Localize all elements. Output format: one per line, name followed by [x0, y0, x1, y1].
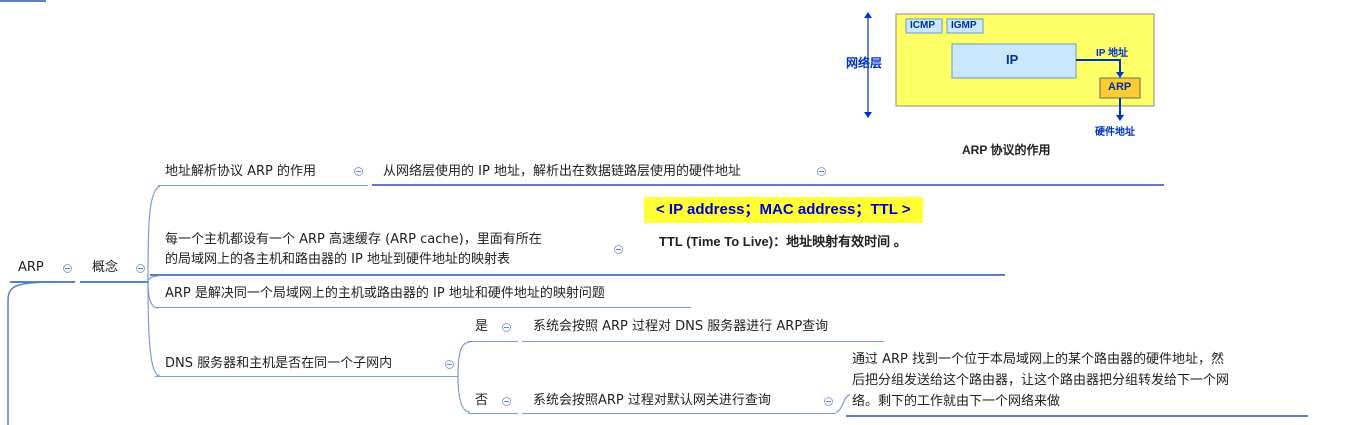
ip-addr-label: IP 地址 [1096, 48, 1129, 59]
root-underline [10, 281, 75, 283]
role-detail-node[interactable]: 从网络层使用的 IP 地址，解析出在数据链路层使用的硬件地址 [383, 163, 741, 181]
igmp-label: IGMP [951, 20, 977, 31]
problem-node[interactable]: ARP 是解决同一个局域网上的主机或路由器的 IP 地址和硬件地址的映射问题 [165, 285, 605, 303]
role-node[interactable]: 地址解析协议 ARP 的作用 [165, 163, 316, 181]
root-collapse-icon[interactable] [63, 264, 72, 273]
role-collapse-icon[interactable] [354, 167, 363, 176]
dns-no-note-line1[interactable]: 通过 ARP 找到一个位于本局域网上的某个路由器的硬件地址，然 [852, 351, 1224, 369]
dns-no-detail-collapse-icon[interactable] [824, 397, 833, 406]
link-no [457, 375, 471, 413]
link-problem [147, 281, 159, 309]
cache-node-line2[interactable]: 的局域网上的各主机和路由器的 IP 地址到硬件地址的映射表 [165, 251, 510, 269]
icmp-label: ICMP [910, 20, 935, 31]
role-detail-collapse-icon[interactable] [817, 167, 826, 176]
arp-role-figure: 网络层 ICMP IGMP IP IP 地址 ARP 硬件地址 ARP 协议的作… [838, 10, 1158, 160]
dns-no-detail-node[interactable]: 系统会按照ARP 过程对默认网关进行查询 [533, 392, 771, 410]
dns-no-detail-underline [522, 413, 836, 414]
dns-no-collapse-icon[interactable] [502, 397, 511, 406]
root-trunk [7, 281, 61, 425]
link-role [147, 185, 161, 283]
concept-collapse-icon[interactable] [136, 264, 145, 273]
network-layer-label: 网络层 [846, 56, 883, 70]
dns-node[interactable]: DNS 服务器和主机是否在同一个子网内 [165, 355, 392, 373]
link-note [835, 394, 851, 413]
dns-yes-node[interactable]: 是 [475, 318, 488, 336]
concept-underline [80, 281, 148, 283]
link-yes [457, 341, 471, 377]
dns-underline [155, 376, 458, 377]
hw-addr-label: 硬件地址 [1095, 127, 1135, 138]
cache-node-line1[interactable]: 每一个主机都设有一个 ARP 高速缓存 (ARP cache)，里面有所在 [165, 231, 542, 249]
layer-arrow-up-icon [864, 12, 872, 18]
dns-no-note-line2[interactable]: 后把分组发送给这个路由器，让这个路由器把分组转发给下一个网 [852, 372, 1229, 390]
dns-yes-detail-underline [522, 341, 884, 342]
cache-entry-box: < IP address；MAC address；TTL > [644, 197, 923, 223]
ttl-note: TTL (Time To Live)：地址映射有效时间 。 [659, 234, 907, 249]
concept-node[interactable]: 概念 [92, 259, 118, 277]
role-underline [158, 185, 368, 186]
cache-entry-image: < IP address；MAC address；TTL > TTL (Time… [642, 197, 1002, 255]
dns-no-node[interactable]: 否 [475, 392, 488, 410]
dns-yes-detail-node[interactable]: 系统会按照 ARP 过程对 DNS 服务器进行 ARP查询 [533, 318, 828, 336]
arp-label: ARP [1108, 81, 1132, 93]
dns-collapse-icon[interactable] [445, 360, 454, 369]
link-dns [147, 281, 161, 377]
dns-yes-underline [468, 341, 518, 342]
cache-collapse-icon[interactable] [614, 245, 623, 254]
figure-caption: ARP 协议的作用 [962, 143, 1051, 157]
dns-no-underline [468, 413, 518, 414]
dns-yes-collapse-icon[interactable] [502, 323, 511, 332]
dns-no-note-underline [846, 415, 1308, 417]
cache-underline [150, 274, 1005, 276]
root-node[interactable]: ARP [18, 259, 44, 277]
arp-down-arrowhead-icon [1116, 115, 1124, 121]
ip-label: IP [1006, 52, 1019, 67]
link-cache [147, 275, 159, 283]
role-detail-underline [372, 184, 1164, 186]
dns-no-note-line3[interactable]: 络。剩下的工作就由下一个网络来做 [852, 393, 1060, 411]
problem-underline [155, 307, 691, 308]
layer-arrow-down-icon [864, 112, 872, 118]
